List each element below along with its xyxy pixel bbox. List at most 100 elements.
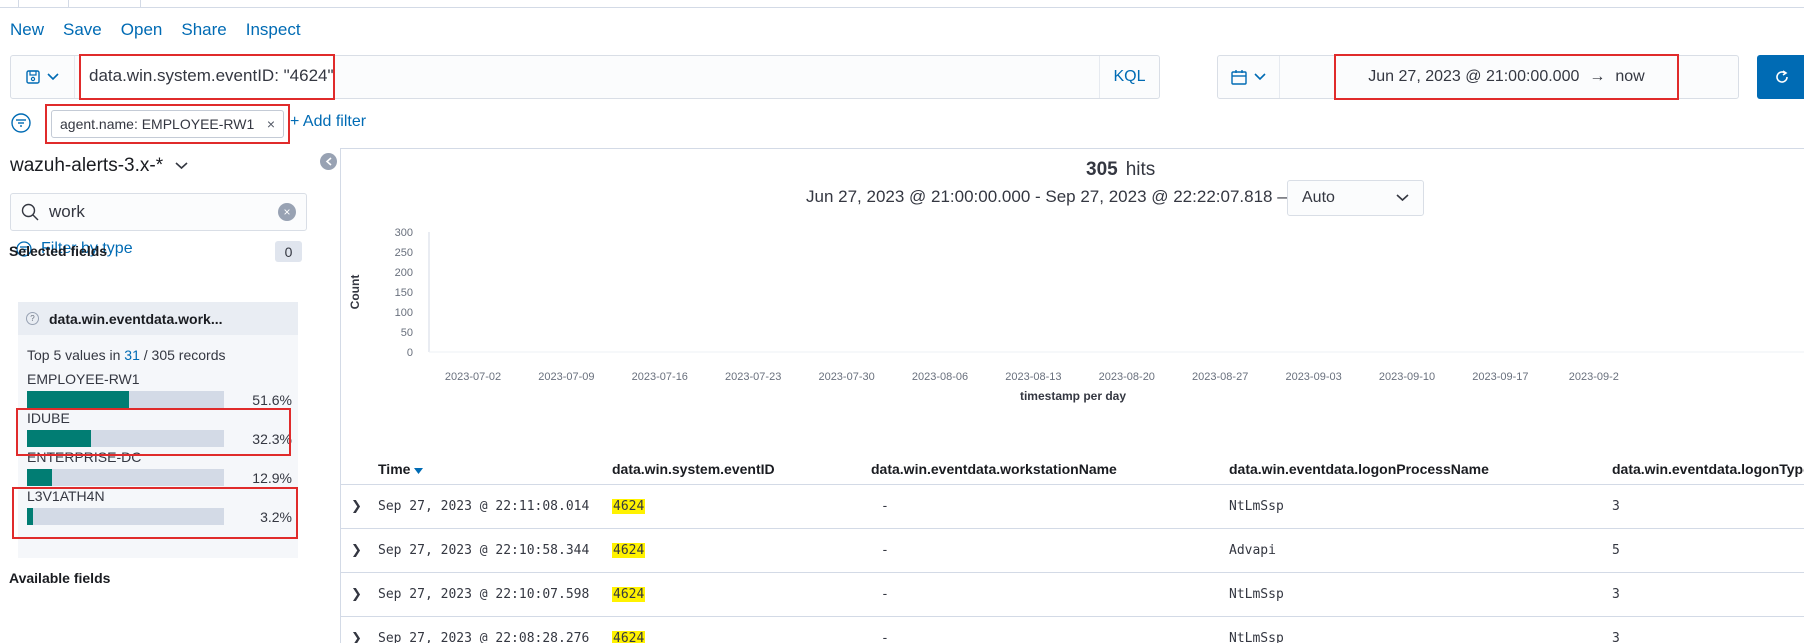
cell-event-id: 4624 <box>612 543 646 558</box>
x-tick-label: 2023-08-27 <box>1192 371 1248 383</box>
top-value-bar <box>27 391 224 408</box>
cell-logon-type: 3 <box>1612 587 1620 602</box>
table-row[interactable]: ❯ Sep 27, 2023 @ 22:11:08.014 4624 - NtL… <box>341 485 1804 529</box>
open-button[interactable]: Open <box>121 20 163 40</box>
column-header-workstation[interactable]: data.win.eventdata.workstationName <box>871 461 1117 477</box>
cell-logon-process: NtLmSsp <box>1229 499 1284 514</box>
y-tick-label: 250 <box>395 247 413 259</box>
table-row[interactable]: ❯ Sep 27, 2023 @ 22:08:28.276 4624 - NtL… <box>341 617 1804 643</box>
new-button[interactable]: New <box>10 20 44 40</box>
cell-workstation: - <box>881 631 889 643</box>
refresh-button[interactable] <box>1757 55 1804 99</box>
cell-logon-type: 3 <box>1612 631 1620 643</box>
column-header-label: Time <box>378 461 411 477</box>
inspect-button[interactable]: Inspect <box>246 20 301 40</box>
column-header-event-id[interactable]: data.win.system.eventID <box>612 461 775 477</box>
cell-event-id: 4624 <box>612 631 646 643</box>
field-search-input[interactable]: work × <box>10 193 307 231</box>
hits-label: hits <box>1125 159 1156 180</box>
close-icon[interactable]: × <box>267 116 275 132</box>
interval-value: Auto <box>1302 189 1335 206</box>
x-tick-label: 2023-07-09 <box>538 371 594 383</box>
table-header: Time data.win.system.eventID data.win.ev… <box>341 453 1804 485</box>
chevron-down-icon <box>1396 194 1409 202</box>
cell-logon-process: Advapi <box>1229 543 1276 558</box>
expand-row-icon[interactable]: ❯ <box>351 587 362 602</box>
x-tick-label: 2023-09-2 <box>1569 371 1619 383</box>
highlighted-match: 4624 <box>612 499 646 514</box>
share-button[interactable]: Share <box>181 20 226 40</box>
column-header-logon-type[interactable]: data.win.eventdata.logonType <box>1612 461 1804 477</box>
expand-row-icon[interactable]: ❯ <box>351 543 362 558</box>
top-values-prefix: Top 5 values in <box>27 347 121 363</box>
cell-logon-process: NtLmSsp <box>1229 631 1284 643</box>
query-input[interactable]: data.win.system.eventID: "4624" <box>79 54 335 100</box>
y-axis-label: Count <box>348 275 362 310</box>
cell-event-id: 4624 <box>612 499 646 514</box>
save-button[interactable]: Save <box>63 20 102 40</box>
clear-search-icon[interactable]: × <box>278 203 296 221</box>
y-tick-label: 100 <box>395 307 413 319</box>
start-date[interactable]: Jun 27, 2023 @ 21:00:00.000 <box>1368 68 1579 86</box>
top-value-label: EMPLOYEE-RW1 <box>27 371 140 387</box>
x-tick-label: 2023-07-23 <box>725 371 781 383</box>
x-tick-label: 2023-08-13 <box>1005 371 1061 383</box>
hits-count: 305 hits <box>1086 159 1155 181</box>
date-range-display[interactable]: Jun 27, 2023 @ 21:00:00.000 → now <box>1334 54 1679 100</box>
index-pattern-selector[interactable]: wazuh-alerts-3.x-* <box>10 155 188 177</box>
field-search-value[interactable]: work <box>49 202 85 222</box>
sort-down-icon[interactable] <box>414 468 424 474</box>
y-tick-label: 300 <box>395 227 413 239</box>
cell-workstation: - <box>881 499 889 514</box>
cell-time: Sep 27, 2023 @ 22:08:28.276 <box>378 631 590 643</box>
arrow-right-icon: → <box>1589 68 1606 85</box>
cell-workstation: - <box>881 587 889 602</box>
filter-options-icon[interactable] <box>10 112 32 134</box>
chevron-down-icon <box>175 162 188 170</box>
cell-time: Sep 27, 2023 @ 22:10:58.344 <box>378 543 590 558</box>
query-language-button[interactable]: KQL <box>1099 56 1159 98</box>
expand-row-icon[interactable]: ❯ <box>351 499 362 514</box>
quick-select-button[interactable] <box>1218 56 1280 98</box>
query-bar: data.win.system.eventID: "4624" KQL <box>10 54 1160 100</box>
x-tick-label: 2023-08-20 <box>1099 371 1155 383</box>
x-tick-label: 2023-07-30 <box>818 371 874 383</box>
cell-time: Sep 27, 2023 @ 22:11:08.014 <box>378 499 590 514</box>
selected-field-item[interactable]: ? data.win.eventdata.work... <box>18 302 298 335</box>
histogram-chart: 0 50 100 150 200 250 300 2023-07-02 2023-07-09 20… <box>348 227 1804 403</box>
save-icon <box>26 70 40 84</box>
interval-select[interactable]: Auto <box>1287 180 1424 216</box>
x-tick-label: 2023-09-10 <box>1379 371 1435 383</box>
top-menu: New Save Open Share Inspect <box>10 20 301 40</box>
index-pattern-name: wazuh-alerts-3.x-* <box>10 155 164 176</box>
results-time-range: Jun 27, 2023 @ 21:00:00.000 - Sep 27, 20… <box>806 187 1295 206</box>
nav-divider <box>140 0 141 8</box>
filter-pill[interactable]: agent.name: EMPLOYEE-RW1 × <box>51 110 284 138</box>
x-tick-label: 2023-08-06 <box>912 371 968 383</box>
x-tick-label: 2023-09-03 <box>1285 371 1341 383</box>
end-date[interactable]: now <box>1615 68 1644 86</box>
expand-row-icon[interactable]: ❯ <box>351 631 362 643</box>
highlighted-match: 4624 <box>612 631 646 643</box>
matched-records-link[interactable]: 31 <box>124 347 140 363</box>
saved-queries-button[interactable] <box>11 56 75 98</box>
top-value-item[interactable]: EMPLOYEE-RW1 51.6% <box>27 371 292 413</box>
annotation-box <box>16 408 291 456</box>
table-row[interactable]: ❯ Sep 27, 2023 @ 22:10:07.598 4624 - NtL… <box>341 573 1804 617</box>
date-picker: Jun 27, 2023 @ 21:00:00.000 → now <box>1217 54 1739 100</box>
table-row[interactable]: ❯ Sep 27, 2023 @ 22:10:58.344 4624 - Adv… <box>341 529 1804 573</box>
unknown-type-icon: ? <box>26 312 39 325</box>
chevron-down-icon <box>1254 73 1266 81</box>
filter-pill-label[interactable]: agent.name: EMPLOYEE-RW1 <box>60 116 254 132</box>
top-value-percent: 12.9% <box>252 470 292 486</box>
column-header-time[interactable]: Time <box>378 461 424 477</box>
cell-workstation: - <box>881 543 889 558</box>
annotation-box <box>12 487 298 539</box>
selected-field-name[interactable]: data.win.eventdata.work... <box>49 311 223 327</box>
collapse-sidebar-button[interactable] <box>320 153 337 170</box>
add-filter-button[interactable]: + Add filter <box>290 113 366 131</box>
top-nav-strip <box>0 0 1804 8</box>
available-fields-title: Available fields <box>9 570 111 586</box>
x-tick-label: 2023-07-16 <box>632 371 688 383</box>
column-header-logon-process[interactable]: data.win.eventdata.logonProcessName <box>1229 461 1489 477</box>
